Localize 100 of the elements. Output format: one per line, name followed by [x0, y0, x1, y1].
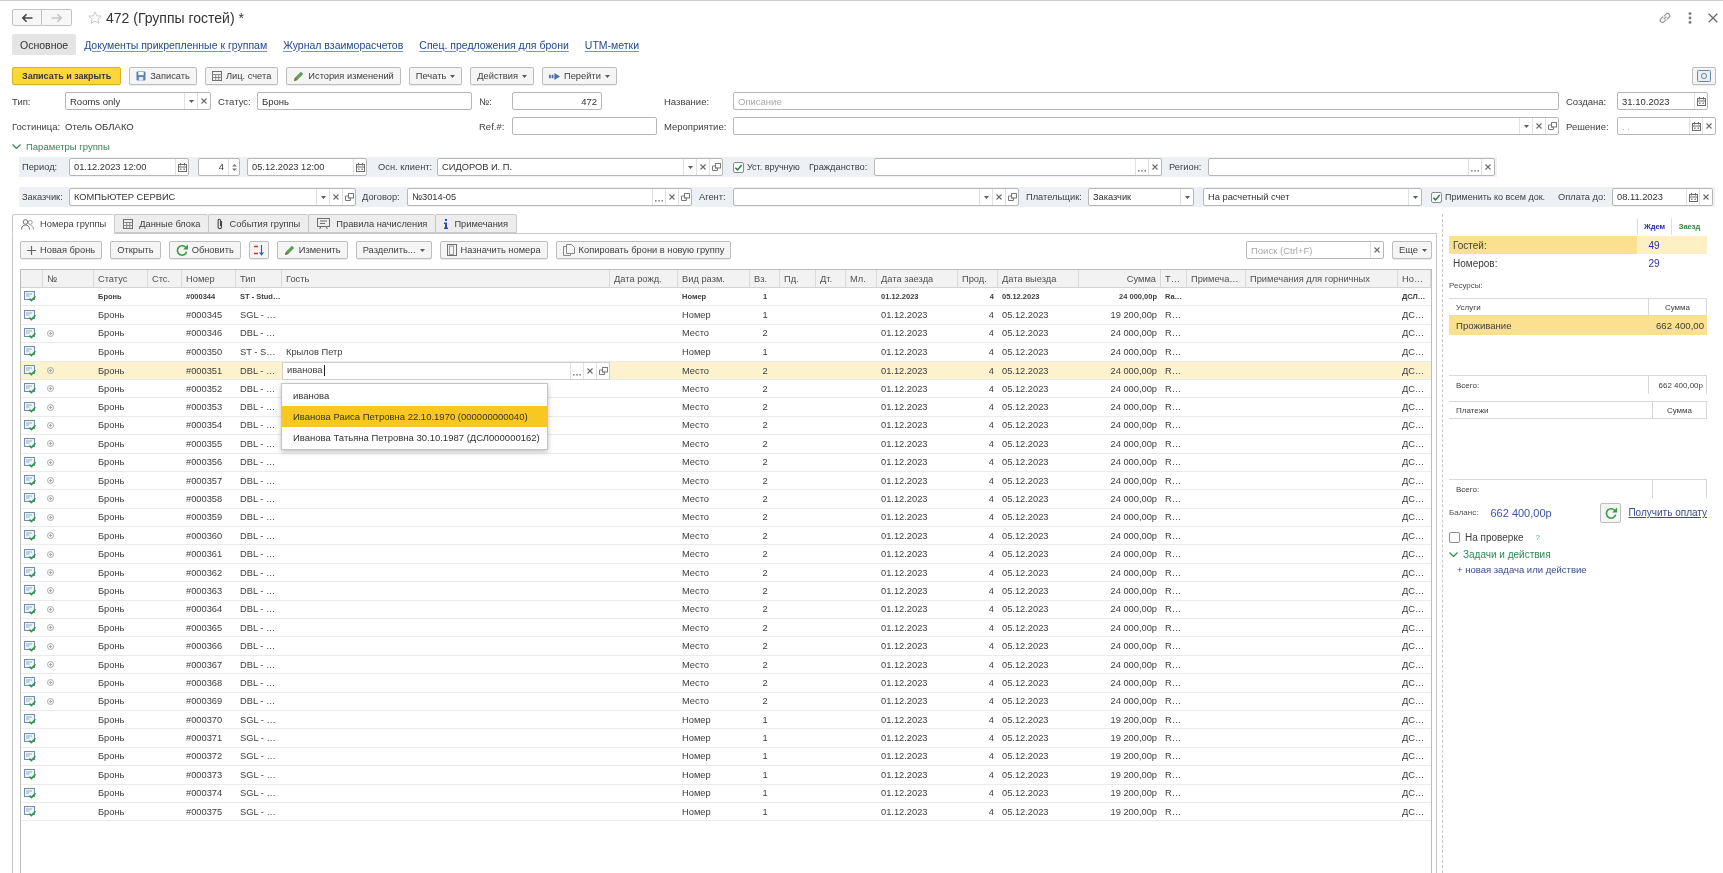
plus-circle-icon[interactable]: [47, 679, 54, 687]
open-icon[interactable]: [598, 366, 608, 375]
save-button[interactable]: Записать: [129, 67, 197, 85]
clear-icon[interactable]: [1706, 123, 1712, 129]
input-field[interactable]: [512, 117, 657, 135]
plus-circle-icon[interactable]: [47, 513, 54, 521]
copy-button[interactable]: Копировать брони в новую группу: [555, 241, 732, 259]
plus-circle-icon[interactable]: [47, 569, 54, 577]
nav-tab[interactable]: Основное: [12, 34, 77, 55]
refresh-button[interactable]: Обновить: [168, 241, 241, 259]
nav-tab[interactable]: Журнал взаиморасчетов: [275, 34, 412, 55]
clear-icon[interactable]: [333, 194, 339, 200]
column-header[interactable]: Но…: [1398, 270, 1431, 287]
spin-arrows-icon[interactable]: [231, 162, 237, 172]
column-header[interactable]: Вид разм.: [678, 270, 750, 287]
menu-button[interactable]: Действия: [470, 67, 534, 85]
checkbox[interactable]: [733, 161, 744, 173]
caret-icon[interactable]: [1412, 195, 1418, 199]
section-toggle[interactable]: Задачи и действия: [1449, 548, 1551, 560]
date-field[interactable]: 01.12.2023 12:00: [69, 158, 189, 176]
plus-circle-icon[interactable]: [47, 403, 54, 411]
select-field[interactable]: Rooms only: [65, 92, 211, 110]
column-header[interactable]: Примечания для горничных: [1246, 270, 1398, 287]
plus-circle-icon[interactable]: [47, 697, 54, 705]
select-field[interactable]: Заказчик: [1088, 188, 1194, 206]
date-field[interactable]: 08.11.2023: [1612, 188, 1713, 206]
select-field[interactable]: На расчетный счет: [1203, 188, 1422, 206]
tab[interactable]: Данные блока: [114, 214, 209, 233]
calendar-icon[interactable]: [1696, 96, 1706, 106]
refresh-button[interactable]: [1600, 502, 1622, 523]
suggestion-item[interactable]: Иванова Татьяна Петровна 30.10.1987 (ДСЛ000000162): [282, 427, 547, 448]
history-button[interactable]: История изменений: [286, 67, 401, 85]
column-header[interactable]: Дата заезда: [877, 270, 958, 287]
column-header[interactable]: Статус: [94, 270, 148, 287]
calendar-icon[interactable]: [1688, 192, 1698, 202]
accounts-button[interactable]: Лиц. счета: [204, 67, 279, 85]
menu-button[interactable]: Печать: [408, 67, 463, 85]
column-header[interactable]: Мл.: [846, 270, 877, 287]
plus-circle-icon[interactable]: [47, 642, 54, 650]
nav-tab[interactable]: UTM-метки: [576, 34, 648, 55]
input-field[interactable]: 472: [512, 92, 602, 110]
calendar-icon[interactable]: [355, 162, 365, 172]
plus-circle-icon[interactable]: [47, 661, 54, 668]
column-header[interactable]: Сумма: [1079, 270, 1161, 287]
suggestion-item[interactable]: Иванова Раиса Петровна 22.10.1970 (000000000040): [282, 406, 547, 427]
more-icon[interactable]: [1688, 11, 1692, 24]
column-header[interactable]: №: [43, 270, 94, 287]
star-icon[interactable]: [88, 11, 102, 24]
clear-icon[interactable]: [700, 164, 706, 170]
plus-circle-icon[interactable]: [47, 458, 54, 466]
input-field[interactable]: Бронь: [257, 92, 472, 110]
section-toggle[interactable]: Параметры группы: [12, 139, 110, 153]
clear-icon[interactable]: [1485, 164, 1491, 170]
plus-circle-icon[interactable]: [47, 624, 54, 632]
select-field[interactable]: СИДОРОВ И. П.: [437, 158, 723, 176]
column-header[interactable]: Стс.: [148, 270, 182, 287]
plus-circle-icon[interactable]: [47, 550, 54, 558]
suggestion-item[interactable]: иванова: [282, 385, 547, 406]
assign-button[interactable]: Назначить номера: [439, 241, 548, 259]
clear-icon[interactable]: [201, 98, 207, 104]
column-header[interactable]: Дата выезда: [998, 270, 1079, 287]
plus-circle-icon[interactable]: [47, 440, 54, 448]
clear-icon[interactable]: [1152, 164, 1158, 170]
column-header[interactable]: Номер: [182, 270, 236, 287]
tab[interactable]: Номера группы: [12, 214, 115, 234]
panel-button[interactable]: [1692, 67, 1716, 85]
column-header[interactable]: Т…: [1161, 270, 1187, 287]
plus-circle-icon[interactable]: [47, 587, 54, 595]
tab[interactable]: Правила начисления: [308, 214, 436, 233]
close-icon[interactable]: [1708, 12, 1718, 23]
ellipsis-icon[interactable]: [573, 373, 581, 376]
nav-tab[interactable]: Документы прикрепленные к группам: [76, 34, 276, 55]
caret-icon[interactable]: [1523, 124, 1529, 128]
column-header[interactable]: Тип: [236, 270, 282, 287]
plus-circle-icon[interactable]: [47, 495, 54, 503]
service-row[interactable]: Проживание 662 400,00: [1449, 316, 1707, 335]
plus-circle-icon[interactable]: [47, 477, 54, 485]
select-field[interactable]: КОМПЬЮТЕР СЕРВИС: [69, 188, 356, 206]
plus-circle-icon[interactable]: [47, 385, 54, 393]
toolbar-button[interactable]: Открыть: [110, 241, 161, 259]
clear-icon[interactable]: [1374, 247, 1380, 253]
summary-row[interactable]: Номеров: 29: [1449, 254, 1707, 272]
column-header[interactable]: Примеча…: [1187, 270, 1246, 287]
back-button[interactable]: [12, 9, 42, 26]
caret-icon[interactable]: [1184, 195, 1190, 199]
calendar-icon[interactable]: [177, 162, 187, 172]
link-icon[interactable]: [1658, 10, 1672, 25]
column-header[interactable]: Вз.: [750, 270, 780, 287]
select-field[interactable]: [733, 188, 1019, 206]
goto-button[interactable]: Перейти: [542, 67, 617, 85]
clear-icon[interactable]: [996, 194, 1002, 200]
column-header[interactable]: Дт.: [816, 270, 846, 287]
column-header[interactable]: Пд.: [780, 270, 816, 287]
tab[interactable]: События группы: [208, 214, 309, 233]
picker-field[interactable]: [1208, 158, 1495, 176]
picker-field[interactable]: №3014-05: [407, 188, 692, 206]
date-field[interactable]: 31.10.2023: [1617, 92, 1708, 110]
column-header[interactable]: Прод.: [958, 270, 998, 287]
summary-row[interactable]: Гостей: 49: [1449, 236, 1707, 254]
caret-icon[interactable]: [983, 195, 989, 199]
